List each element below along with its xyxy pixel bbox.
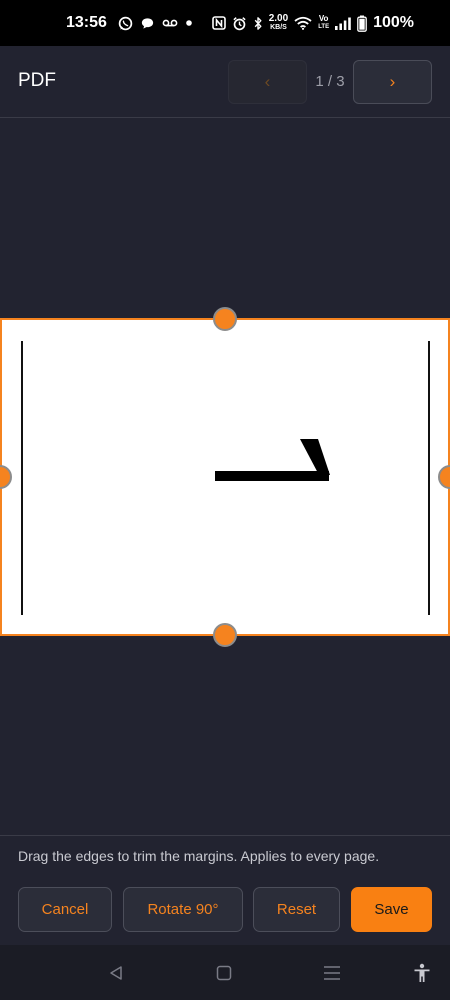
crop-handle-bottom[interactable] xyxy=(213,623,237,647)
left-margin-line xyxy=(21,341,23,615)
whatsapp-icon xyxy=(118,16,133,31)
alarm-icon xyxy=(232,16,247,31)
home-button[interactable] xyxy=(206,945,242,1000)
accessibility-icon xyxy=(414,963,430,982)
footer-divider xyxy=(0,835,450,836)
page-numeral-glyph xyxy=(215,439,330,481)
page-preview[interactable] xyxy=(0,318,450,636)
reset-button[interactable]: Reset xyxy=(253,887,340,932)
back-icon xyxy=(110,965,122,980)
network-speed: 2.00 KB/S xyxy=(269,14,288,32)
recents-button[interactable] xyxy=(314,945,350,1000)
right-margin-line xyxy=(428,341,430,615)
page-indicator: 1 / 3 xyxy=(315,73,345,90)
previous-page-button[interactable]: ‹ xyxy=(228,60,307,104)
hint-text: Drag the edges to trim the margins. Appl… xyxy=(18,848,380,864)
volte-badge: Vo LTE xyxy=(318,15,329,31)
network-speed-value: 2.00 xyxy=(268,13,289,24)
chat-icon xyxy=(140,16,155,31)
status-left: 13:56 xyxy=(66,0,193,46)
bluetooth-icon xyxy=(253,16,263,31)
network-speed-unit: KB/S xyxy=(270,24,287,31)
next-page-button[interactable]: › xyxy=(353,60,432,104)
chevron-right-icon: › xyxy=(389,72,396,91)
nfc-icon xyxy=(211,16,226,30)
status-right: 2.00 KB/S Vo LTE 100% xyxy=(211,0,414,46)
recents-icon xyxy=(324,965,340,980)
voicemail-icon xyxy=(162,18,178,28)
signal-icon xyxy=(335,17,351,30)
page-title: PDF xyxy=(18,70,56,91)
save-button[interactable]: Save xyxy=(351,887,432,932)
wifi-icon xyxy=(294,16,312,30)
cancel-button[interactable]: Cancel xyxy=(18,887,112,932)
chevron-left-icon: ‹ xyxy=(264,72,271,91)
back-button[interactable] xyxy=(98,945,134,1000)
system-nav-bar xyxy=(0,945,450,1000)
rotate-button[interactable]: Rotate 90° xyxy=(123,887,243,932)
volte-bottom: LTE xyxy=(318,24,330,30)
app-header: PDF ‹ 1 / 3 › xyxy=(0,46,450,118)
home-icon xyxy=(216,965,232,980)
status-time: 13:56 xyxy=(66,14,107,31)
crop-handle-top[interactable] xyxy=(213,307,237,331)
battery-percent: 100% xyxy=(373,14,414,31)
dot-icon xyxy=(185,19,193,27)
battery-icon xyxy=(357,15,367,32)
status-bar: 13:56 2.00 KB/S Vo LTE 100% xyxy=(0,0,450,46)
volte-top: Vo xyxy=(318,14,329,23)
accessibility-button[interactable] xyxy=(404,945,440,1000)
